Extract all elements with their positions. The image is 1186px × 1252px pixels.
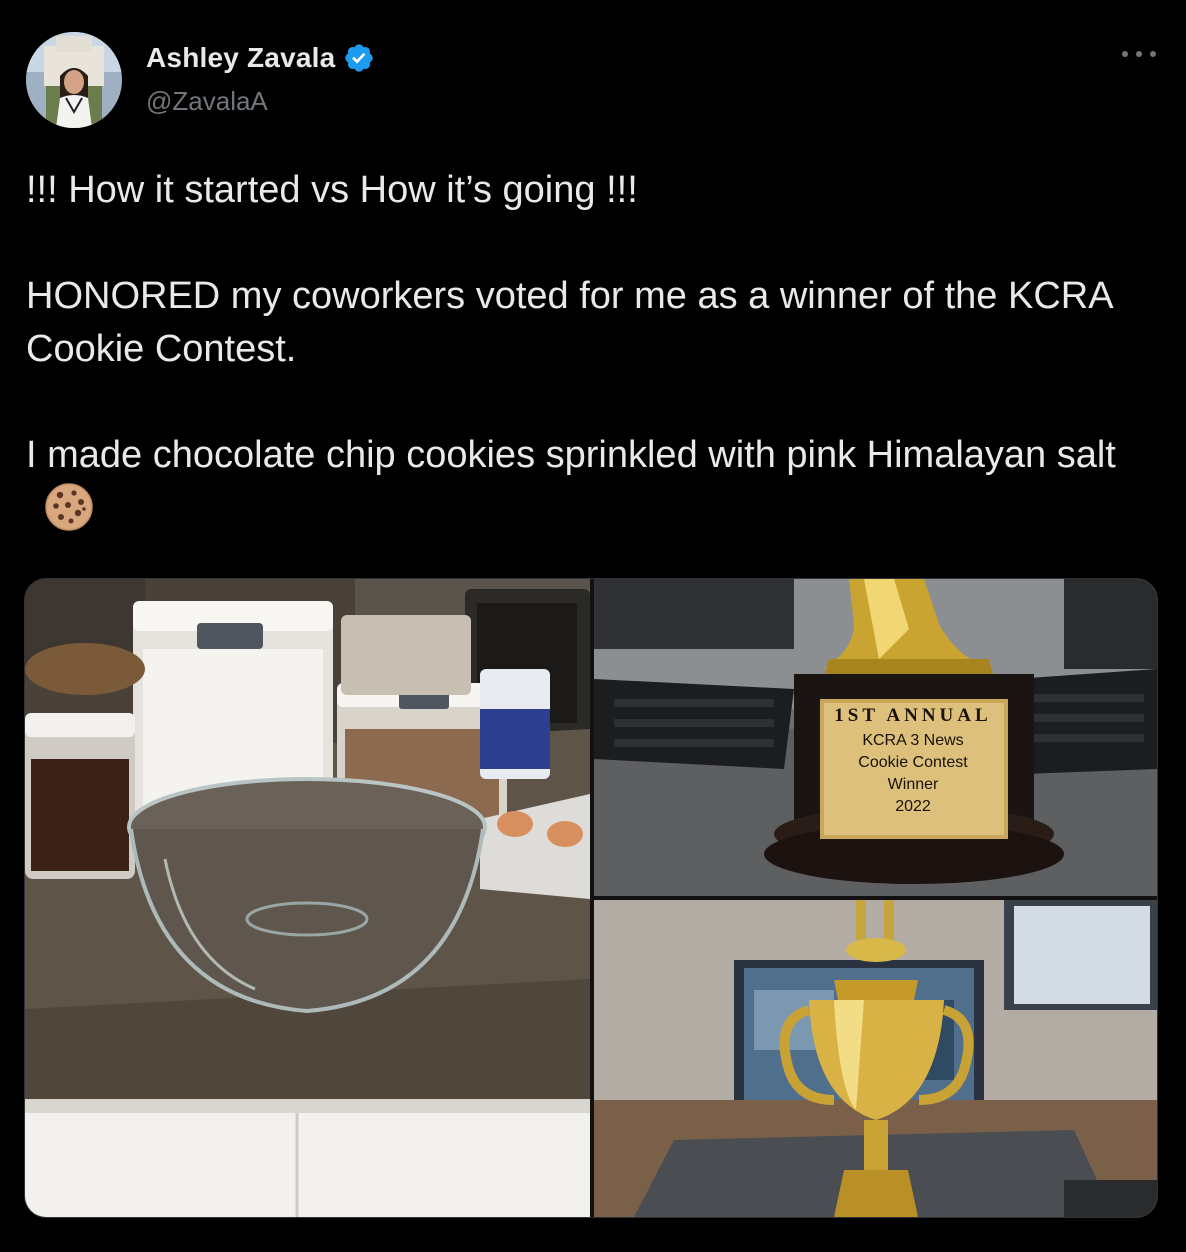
plaque-line-3: Cookie Contest [858, 754, 968, 771]
tweet-line-1: !!! How it started vs How it’s going !!! [26, 169, 638, 211]
author-name-row[interactable]: Ashley Zavala [146, 42, 375, 74]
trophy-plaque: 1ST ANNUAL KCRA 3 News Cookie Contest Wi… [823, 705, 1003, 818]
plaque-line-1: 1ST ANNUAL [834, 705, 992, 726]
verified-badge-icon [343, 42, 375, 74]
tweet-line-3: I made chocolate chip cookies sprinkled … [26, 429, 1146, 535]
media-grid: 1ST ANNUAL KCRA 3 News Cookie Contest Wi… [24, 578, 1158, 1218]
tweet: Ashley Zavala @ZavalaA !!! How it starte… [0, 0, 1186, 1252]
avatar[interactable] [26, 32, 122, 128]
display-name[interactable]: Ashley Zavala [146, 42, 335, 74]
photo-gold-cup-trophy[interactable] [594, 900, 1157, 1217]
tweet-line-3-text: I made chocolate chip cookies sprinkled … [26, 434, 1116, 476]
cookie-icon [44, 482, 94, 532]
tweet-text: !!! How it started vs How it’s going !!!… [26, 164, 1146, 535]
more-options-icon[interactable] [1122, 44, 1156, 64]
photo-trophy-plaque[interactable]: 1ST ANNUAL KCRA 3 News Cookie Contest Wi… [594, 579, 1157, 896]
plaque-line-4: Winner [887, 776, 939, 793]
photo-kitchen-counter[interactable] [25, 579, 590, 1217]
plaque-line-5: 2022 [895, 798, 931, 815]
plaque-line-2: KCRA 3 News [862, 732, 964, 749]
tweet-line-2: HONORED my coworkers voted for me as a w… [26, 275, 1112, 370]
author-handle[interactable]: @ZavalaA [146, 86, 268, 117]
